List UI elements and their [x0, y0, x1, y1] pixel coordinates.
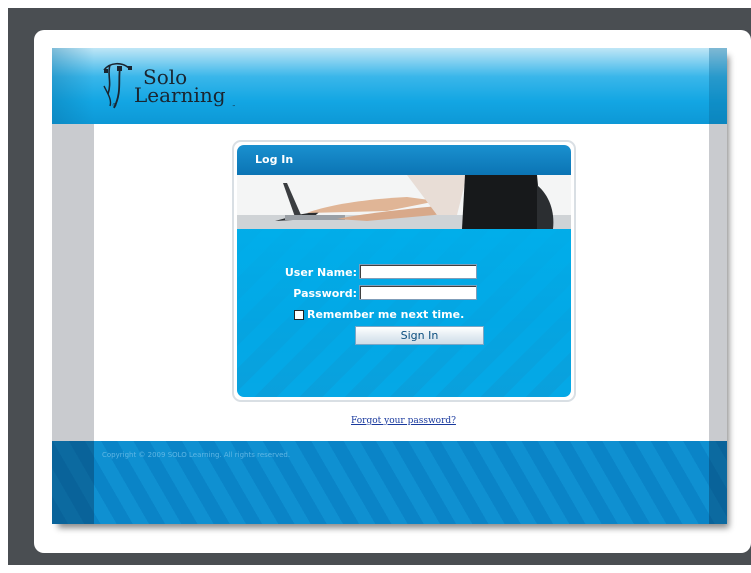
solo-learning-logo: Solo Learning ® ™	[96, 56, 256, 120]
left-side-bar	[52, 124, 94, 441]
sign-in-button[interactable]: Sign In	[355, 326, 484, 345]
logo-registered-mark: ®	[112, 103, 117, 109]
logo-trademark: ™	[232, 104, 236, 109]
password-label: Password:	[293, 287, 357, 300]
copyright-text: Copyright © 2009 SOLO Learning. All righ…	[102, 451, 291, 459]
password-input[interactable]	[359, 285, 477, 300]
forgot-password-link[interactable]: Forgot your password?	[351, 416, 456, 426]
remember-me-label: Remember me next time.	[307, 308, 465, 321]
remember-me-checkbox[interactable]	[294, 310, 304, 320]
right-side-bar	[709, 124, 727, 441]
username-label: User Name:	[284, 266, 357, 279]
logo-text-learning: Learning	[134, 83, 226, 107]
laptop-typing-photo	[237, 175, 571, 229]
login-panel-title: Log In	[237, 145, 571, 175]
header-banner: Solo Learning ® ™	[52, 48, 727, 124]
login-form: User Name: Password: Remember me next ti…	[237, 229, 571, 397]
username-input[interactable]	[359, 264, 477, 279]
laptop-photo-illustration	[237, 175, 571, 229]
footer-bar: Copyright © 2009 SOLO Learning. All righ…	[52, 441, 727, 524]
login-page-frame: Solo Learning ® ™ Log In User Name: Pass…	[52, 48, 727, 524]
login-panel: Log In User Name: Password: Remember me …	[232, 140, 576, 402]
